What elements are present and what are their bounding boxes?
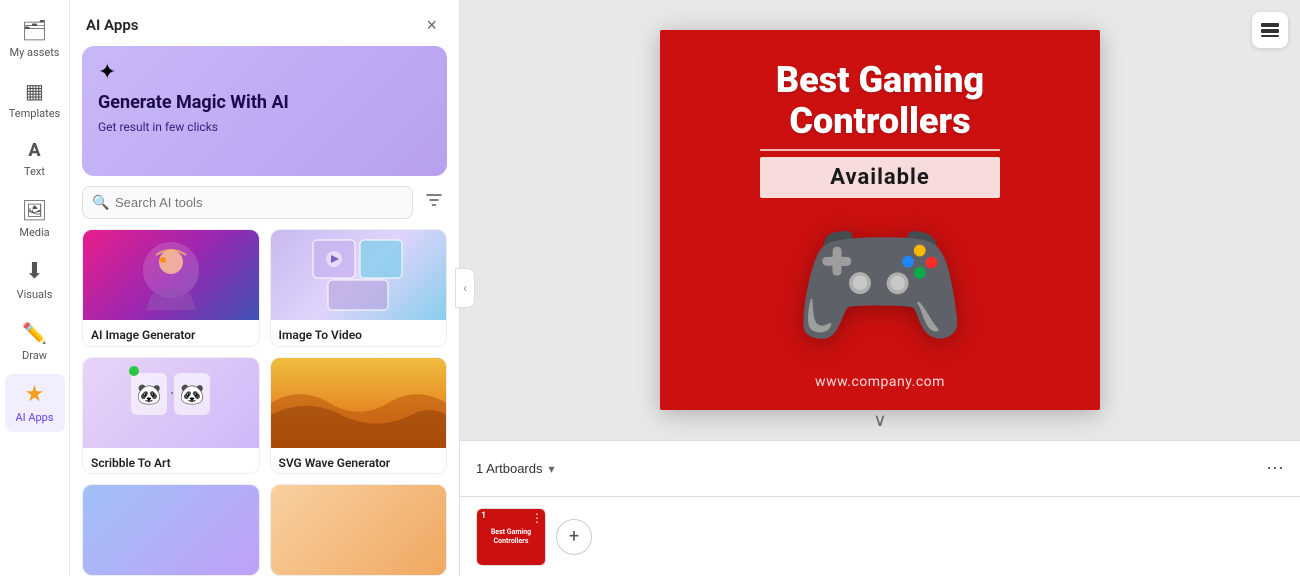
bottom-thumb-2	[271, 485, 447, 575]
app-thumb-img-video	[271, 230, 447, 320]
panel-header: AI Apps ×	[70, 0, 459, 46]
app-thumb-scribble: 🐼 🐼	[83, 358, 259, 448]
ai-portrait-illustration	[141, 240, 201, 310]
img-video-thumb-bg	[271, 230, 447, 320]
artboards-chevron-icon: ▾	[549, 462, 555, 476]
thumb-preview-text: Best Gaming Controllers	[491, 528, 531, 545]
sidebar-item-label: Visuals	[17, 288, 53, 301]
app-card-5[interactable]	[82, 484, 260, 576]
ai-apps-icon: ★	[25, 382, 45, 407]
thumb-menu-icon[interactable]: ⋮	[531, 511, 543, 525]
bottom-thumb-1	[83, 485, 259, 575]
apps-grid: AI Image Generator Generate unique...	[70, 229, 459, 576]
canvas-url: www.company.com	[815, 374, 945, 390]
sidebar-item-media[interactable]: 🖼 Media	[5, 190, 65, 247]
sidebar-item-templates[interactable]: ▦ Templates	[5, 71, 65, 128]
expand-chevron[interactable]: ∨	[873, 410, 886, 431]
app-card-svg-wave-generator[interactable]: SVG Wave Generator Generate beautiful SV…	[270, 357, 448, 475]
app-name: SVG Wave Generator	[279, 456, 439, 470]
app-thumb-ai-image	[83, 230, 259, 320]
filter-icon	[425, 191, 443, 209]
app-name: Scribble To Art	[91, 456, 251, 470]
canvas-header: Best Gaming Controllers Available	[760, 60, 1000, 198]
my-assets-icon: 🗂	[22, 18, 47, 42]
visuals-icon: ⬇	[25, 259, 43, 284]
canvas-underline	[760, 149, 1000, 151]
page-number: 1	[481, 511, 486, 521]
app-card-ai-image-generator[interactable]: AI Image Generator Generate unique...	[82, 229, 260, 347]
app-card-info: Image To Video Create stunning video...	[271, 320, 447, 347]
thumbnail-strip: 1 Best Gaming Controllers ⋮ +	[460, 496, 1300, 576]
sparkle-icon: ✦	[98, 60, 431, 85]
app-name: Image To Video	[279, 328, 439, 342]
app-thumb-svg-wave	[271, 358, 447, 448]
thumbnail-1[interactable]: 1 Best Gaming Controllers ⋮	[476, 508, 546, 566]
app-card-6[interactable]	[270, 484, 448, 576]
dots-menu-icon[interactable]: ⋯	[1266, 458, 1284, 479]
left-sidebar: 🗂 My assets ▦ Templates A Text 🖼 Media ⬇…	[0, 0, 70, 576]
sidebar-item-ai-apps[interactable]: ★ AI Apps	[5, 374, 65, 432]
sidebar-item-visuals[interactable]: ⬇ Visuals	[5, 251, 65, 309]
bottom-bar: 1 Artboards ▾ ⋯	[460, 440, 1300, 496]
canvas-area: Best Gaming Controllers Available 🎮 www.…	[460, 0, 1300, 440]
artboards-button[interactable]: 1 Artboards ▾	[476, 461, 555, 476]
app-thumb-6	[271, 485, 447, 575]
sidebar-item-label: Templates	[9, 107, 60, 120]
artboards-label: 1 Artboards	[476, 461, 543, 476]
search-icon: 🔍	[92, 195, 109, 211]
promo-subtitle: Get result in few clicks	[98, 120, 431, 134]
app-desc: Create stunning video...	[279, 344, 439, 347]
app-card-scribble-to-art[interactable]: 🐼 🐼 Scribble To Art Turn your sketches i…	[82, 357, 260, 475]
media-icon: 🖼	[22, 198, 47, 222]
app-thumb-5	[83, 485, 259, 575]
app-desc: Generate unique...	[91, 344, 251, 347]
search-area: 🔍	[70, 186, 459, 229]
canvas-title: Best Gaming Controllers	[760, 60, 1000, 143]
app-card-info: SVG Wave Generator Generate beautiful SV…	[271, 448, 447, 475]
close-button[interactable]: ×	[420, 14, 443, 36]
canvas-available-label: Available	[760, 157, 1000, 198]
add-page-button[interactable]: +	[556, 519, 592, 555]
app-card-image-to-video[interactable]: Image To Video Create stunning video...	[270, 229, 448, 347]
sidebar-item-label: Draw	[22, 349, 47, 362]
sidebar-item-text[interactable]: A Text	[5, 132, 65, 186]
draw-icon: ✏️	[22, 321, 47, 345]
wave-illustration	[271, 358, 447, 448]
app-card-info: Scribble To Art Turn your sketches int..…	[83, 448, 259, 475]
controller-image: 🎮	[793, 216, 967, 356]
svg-text:🐼: 🐼	[136, 382, 161, 406]
app-desc: Generate beautiful SV...	[279, 472, 439, 475]
sidebar-item-label: Media	[19, 226, 49, 239]
scribble-illustration: 🐼 🐼	[126, 363, 216, 443]
search-input[interactable]	[82, 186, 413, 219]
sidebar-item-my-assets[interactable]: 🗂 My assets	[5, 10, 65, 67]
artboards-right: ⋯	[1266, 458, 1284, 479]
svg-text:🐼: 🐼	[179, 382, 204, 406]
collapse-panel-button[interactable]: ‹	[455, 268, 475, 308]
templates-icon: ▦	[25, 79, 44, 103]
svg-wave-thumb-bg	[271, 358, 447, 448]
ai-image-thumb-bg	[83, 230, 259, 320]
app-card-info: AI Image Generator Generate unique...	[83, 320, 259, 347]
search-input-wrap: 🔍	[82, 186, 413, 219]
ai-apps-panel: AI Apps × ✦ Generate Magic With AI Get r…	[70, 0, 460, 576]
scribble-thumb-bg: 🐼 🐼	[83, 358, 259, 448]
sidebar-item-label: Text	[24, 165, 45, 178]
app-name: AI Image Generator	[91, 328, 251, 342]
app-desc: Turn your sketches int...	[91, 472, 251, 475]
promo-title: Generate Magic With AI	[98, 91, 431, 114]
filter-button[interactable]	[421, 187, 447, 218]
text-icon: A	[28, 140, 40, 161]
sidebar-item-label: My assets	[10, 46, 60, 59]
panel-title: AI Apps	[86, 16, 138, 34]
canvas-design: Best Gaming Controllers Available 🎮 www.…	[660, 30, 1100, 410]
sidebar-item-draw[interactable]: ✏️ Draw	[5, 313, 65, 370]
promo-card: ✦ Generate Magic With AI Get result in f…	[82, 46, 447, 176]
video-collage-illustration	[308, 235, 408, 315]
sidebar-item-label: AI Apps	[15, 411, 53, 424]
main-area: Best Gaming Controllers Available 🎮 www.…	[460, 0, 1300, 576]
